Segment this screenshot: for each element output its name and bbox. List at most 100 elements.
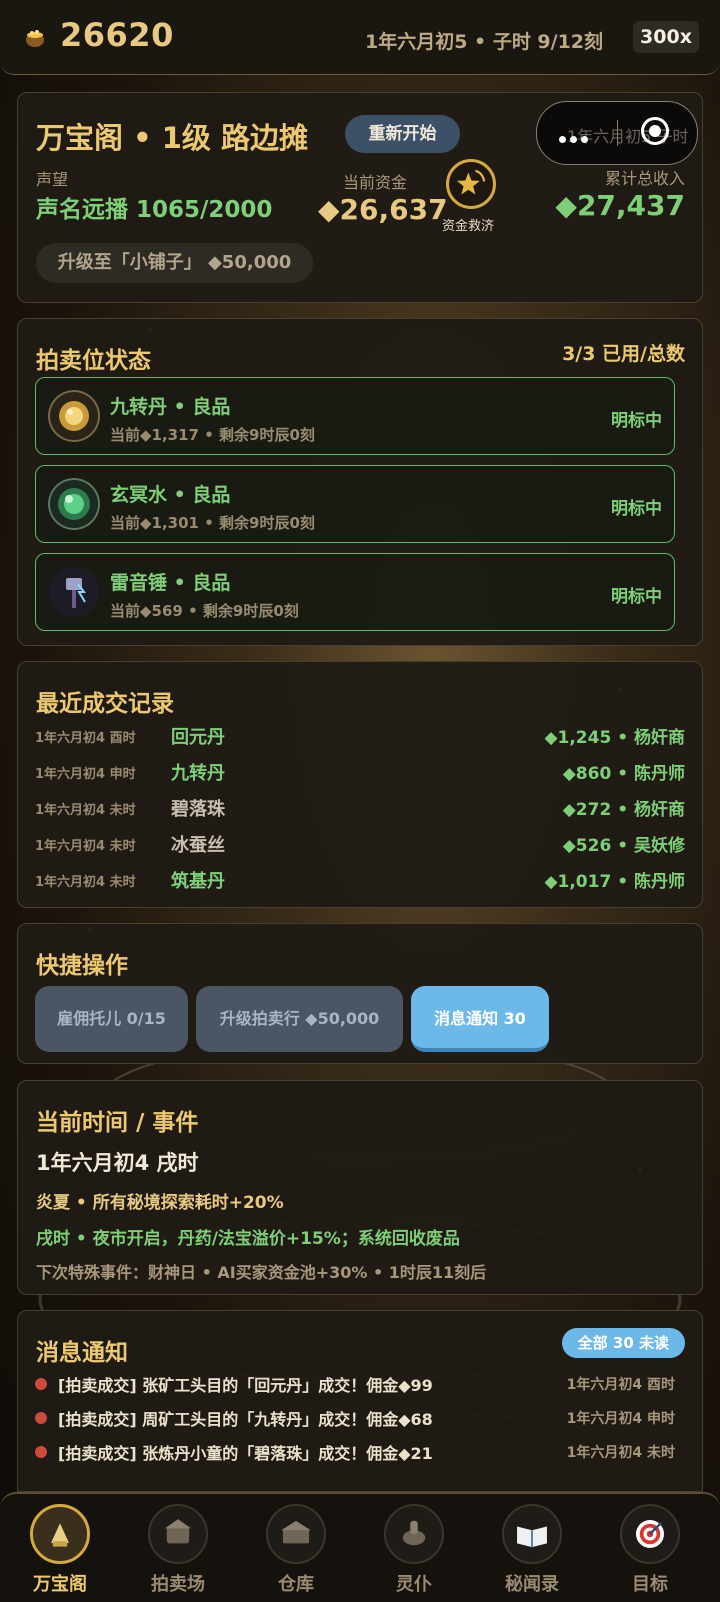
pavilion-icon (30, 1504, 90, 1564)
nav-tab-label: 拍卖场 (151, 1574, 205, 1595)
message-time: 1年六月初4 未时 (566, 1445, 675, 1461)
bottom-navigation: 万宝阁 拍卖场 仓库 灵仆 秘闻录 目标 (0, 1492, 720, 1602)
trade-time: 1年六月初4 未时 (35, 839, 136, 854)
coin-balance: 26620 (60, 16, 174, 54)
reputation-label: 声望 (36, 170, 69, 189)
trade-time: 1年六月初4 未时 (35, 803, 136, 818)
auction-slot[interactable]: 九转丹 • 良品 当前◆1,317 • 剩余9时辰0刻 明标中 (35, 377, 675, 455)
slot-item-info: 当前◆569 • 剩余9时辰0刻 (110, 602, 299, 620)
auction-slots-title: 拍卖位状态 (36, 348, 151, 374)
nav-tab-label: 万宝阁 (33, 1574, 87, 1595)
recent-trades-title: 最近成交记录 (36, 691, 174, 717)
target-icon (620, 1504, 680, 1564)
auction-slot[interactable]: 雷音锤 • 良品 当前◆569 • 剩余9时辰0刻 明标中 (35, 553, 675, 631)
more-icon[interactable] (559, 128, 592, 147)
nav-tab[interactable]: 目标 (595, 1504, 705, 1602)
slot-status: 明标中 (611, 587, 662, 607)
quick-actions-title: 快捷操作 (36, 953, 128, 979)
shop-panel: 万宝阁 • 1级 路边摊 重新开始 1年六月初5 子时 声望 声名远播 1065… (17, 92, 703, 303)
auction-slots-count: 3/3 已用/总数 (562, 343, 685, 365)
period-effect: 戌时 • 夜市开启，丹药/法宝溢价+15%；系统回收废品 (36, 1229, 460, 1249)
time-events-panel: 当前时间 / 事件 1年六月初4 戌时 炎夏 • 所有秘境探索耗时+20% 戌时… (17, 1080, 703, 1295)
slot-status: 明标中 (611, 411, 662, 431)
upgrade-shop-button[interactable]: 升级至「小铺子」 ◆50,000 (36, 243, 313, 283)
slot-status: 明标中 (611, 499, 662, 519)
message-time: 1年六月初4 酉时 (566, 1377, 675, 1393)
all-messages-button[interactable]: 全部 30 未读 (561, 1328, 685, 1358)
current-date: 1年六月初4 戌时 (36, 1151, 199, 1175)
nav-tab-label: 灵仆 (396, 1574, 432, 1595)
reputation-value: 声名远播 1065/2000 (36, 197, 273, 223)
trade-time: 1年六月初4 申时 (35, 767, 136, 782)
nav-tab[interactable]: 拍卖场 (123, 1504, 233, 1602)
close-miniprogram-icon[interactable] (641, 117, 669, 145)
message-text: [拍卖成交] 张炼丹小童的「碧落珠」成交！佣金◆21 (58, 1444, 433, 1463)
slot-item-name: 玄冥水 • 良品 (110, 484, 231, 506)
trade-row: 1年六月初4 酉时 回元丹 ◆1,245 • 杨奸商 (35, 720, 685, 752)
golden-pill-icon (48, 390, 100, 442)
trade-price-buyer: ◆526 • 吴妖修 (562, 836, 685, 856)
funds-label: 当前资金 (343, 173, 408, 192)
notifications-button[interactable]: 消息通知 30 (411, 986, 549, 1052)
open-book-icon (502, 1504, 562, 1564)
star-coin-icon[interactable] (446, 159, 496, 209)
auction-slots-panel: 拍卖位状态 3/3 已用/总数 九转丹 • 良品 当前◆1,317 • 剩余9时… (17, 318, 703, 646)
income-value: ◆27,437 (555, 189, 685, 222)
nav-tab[interactable]: 灵仆 (359, 1504, 469, 1602)
trade-time: 1年六月初4 酉时 (35, 731, 136, 746)
message-item[interactable]: [拍卖成交] 张矿工头目的「回元丹」成交！佣金◆99 1年六月初4 酉时 (35, 1368, 675, 1398)
warehouse-icon (266, 1504, 326, 1564)
nav-tab-label: 仓库 (278, 1574, 314, 1595)
trade-item: 碧落珠 (171, 799, 225, 820)
message-text: [拍卖成交] 张矿工头目的「回元丹」成交！佣金◆99 (58, 1376, 433, 1395)
treasure-pot-icon (26, 30, 44, 47)
spirit-servant-icon (384, 1504, 444, 1564)
trade-item: 冰蚕丝 (171, 835, 225, 856)
unread-dot (35, 1378, 47, 1390)
trade-price-buyer: ◆1,017 • 陈丹师 (544, 872, 685, 892)
nav-tab[interactable]: 仓库 (241, 1504, 351, 1602)
auction-slot[interactable]: 玄冥水 • 良品 当前◆1,301 • 剩余9时辰0刻 明标中 (35, 465, 675, 543)
trade-time: 1年六月初4 未时 (35, 875, 136, 890)
message-item[interactable]: [拍卖成交] 张炼丹小童的「碧落珠」成交！佣金◆21 1年六月初4 未时 (35, 1436, 675, 1466)
season-effect: 炎夏 • 所有秘境探索耗时+20% (36, 1193, 284, 1213)
hire-shill-button[interactable]: 雇佣托儿 0/15 (35, 986, 188, 1052)
top-bar: 26620 1年六月初5 • 子时 9/12刻 300x (0, 0, 720, 75)
upgrade-auction-house-button[interactable]: 升级拍卖行 ◆50,000 (196, 986, 403, 1052)
trade-row: 1年六月初4 未时 冰蚕丝 ◆526 • 吴妖修 (35, 828, 685, 860)
income-label: 累计总收入 (604, 169, 685, 188)
trade-row: 1年六月初4 未时 筑基丹 ◆1,017 • 陈丹师 (35, 864, 685, 896)
game-date: 1年六月初5 • 子时 9/12刻 (365, 31, 604, 53)
trade-price-buyer: ◆860 • 陈丹师 (562, 764, 685, 784)
trade-row: 1年六月初4 申时 九转丹 ◆860 • 陈丹师 (35, 756, 685, 788)
nav-tab[interactable]: 秘闻录 (477, 1504, 587, 1602)
rescue-label[interactable]: 资金救济 (442, 215, 494, 234)
message-item[interactable]: [拍卖成交] 周矿工头目的「九转丹」成交！佣金◆68 1年六月初4 申时 (35, 1402, 675, 1432)
message-text: [拍卖成交] 周矿工头目的「九转丹」成交！佣金◆68 (58, 1410, 433, 1429)
messages-title: 消息通知 (36, 1340, 128, 1366)
nav-tab[interactable]: 万宝阁 (5, 1504, 115, 1602)
message-time: 1年六月初4 申时 (566, 1411, 675, 1427)
trade-row: 1年六月初4 未时 碧落珠 ◆272 • 杨奸商 (35, 792, 685, 824)
quick-actions-panel: 快捷操作 雇佣托儿 0/15 升级拍卖行 ◆50,000 消息通知 30 (17, 923, 703, 1064)
speed-toggle-button[interactable]: 300x (633, 21, 699, 53)
restart-button[interactable]: 重新开始 (345, 115, 460, 153)
funds-value: ◆26,637 (318, 193, 448, 226)
slot-item-info: 当前◆1,301 • 剩余9时辰0刻 (110, 514, 315, 532)
slot-item-name: 九转丹 • 良品 (110, 396, 231, 418)
green-water-orb-icon (48, 478, 100, 530)
mini-program-capsule[interactable]: 1年六月初5 子时 (536, 101, 698, 165)
trade-item: 九转丹 (171, 763, 225, 784)
time-events-title: 当前时间 / 事件 (36, 1110, 199, 1136)
auction-hall-icon (148, 1504, 208, 1564)
thunder-hammer-icon (49, 567, 99, 617)
slot-item-name: 雷音锤 • 良品 (110, 572, 231, 594)
shop-title: 万宝阁 • 1级 路边摊 (36, 121, 309, 155)
slot-item-info: 当前◆1,317 • 剩余9时辰0刻 (110, 426, 315, 444)
messages-panel: 消息通知 全部 30 未读 [拍卖成交] 张矿工头目的「回元丹」成交！佣金◆99… (17, 1310, 703, 1492)
trade-price-buyer: ◆272 • 杨奸商 (562, 800, 685, 820)
trade-item: 筑基丹 (171, 871, 225, 892)
nav-tab-label: 秘闻录 (505, 1574, 559, 1595)
next-special-event: 下次特殊事件：财神日 • AI买家资金池+30% • 1时辰11刻后 (36, 1263, 487, 1282)
trade-item: 回元丹 (171, 727, 225, 748)
